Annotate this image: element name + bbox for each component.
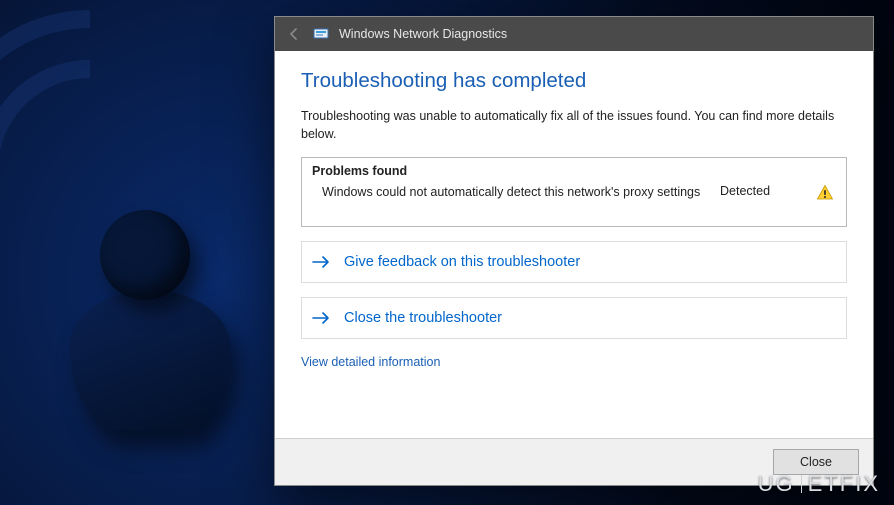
problems-found-header: Problems found xyxy=(312,164,836,178)
arrow-left-icon xyxy=(287,27,301,41)
troubleshooter-dialog: Windows Network Diagnostics Troubleshoot… xyxy=(274,16,874,486)
watermark-text: ET xyxy=(808,471,840,496)
arrow-right-icon xyxy=(312,311,332,325)
give-feedback-label: Give feedback on this troubleshooter xyxy=(344,254,580,270)
app-icon xyxy=(313,26,329,42)
close-troubleshooter-label: Close the troubleshooter xyxy=(344,310,502,326)
figure-body-icon xyxy=(70,290,230,430)
watermark-text: UG xyxy=(758,471,795,496)
close-troubleshooter-action[interactable]: Close the troubleshooter xyxy=(301,297,847,339)
watermark: UG ETFIX xyxy=(758,471,880,497)
titlebar: Windows Network Diagnostics xyxy=(275,17,873,51)
warning-icon xyxy=(814,184,836,202)
back-button[interactable] xyxy=(285,25,303,43)
background-stage: Windows Network Diagnostics Troubleshoot… xyxy=(0,0,894,505)
watermark-text: FIX xyxy=(840,471,880,496)
problem-status: Detected xyxy=(720,184,800,198)
pipe-icon xyxy=(801,475,802,493)
problem-row: Windows could not automatically detect t… xyxy=(312,184,836,202)
arrow-right-icon xyxy=(312,255,332,269)
figure-head-icon xyxy=(100,210,190,300)
view-detailed-information-link[interactable]: View detailed information xyxy=(301,355,847,369)
problem-description: Windows could not automatically detect t… xyxy=(312,184,706,202)
window-title: Windows Network Diagnostics xyxy=(339,27,863,41)
problems-found-box: Problems found Windows could not automat… xyxy=(301,157,847,227)
result-summary-text: Troubleshooting was unable to automatica… xyxy=(301,107,847,143)
give-feedback-action[interactable]: Give feedback on this troubleshooter xyxy=(301,241,847,283)
dialog-content: Troubleshooting has completed Troublesho… xyxy=(275,51,873,438)
page-title: Troubleshooting has completed xyxy=(301,69,847,93)
